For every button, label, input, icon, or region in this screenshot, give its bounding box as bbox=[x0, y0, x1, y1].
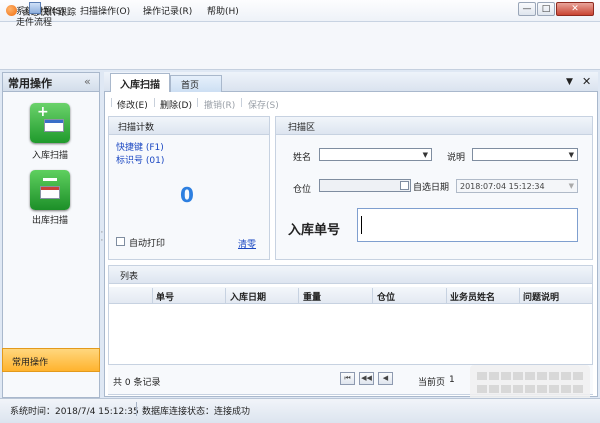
tab-menu-icon[interactable]: ▼ bbox=[566, 77, 573, 87]
scan-count-title: 扫描计数 bbox=[118, 123, 155, 133]
calendar-dropdown-icon[interactable]: ▼ bbox=[569, 182, 574, 190]
tab-close-icon[interactable]: ✕ bbox=[582, 75, 591, 88]
column-header-issue[interactable]: 问题说明 bbox=[523, 290, 559, 303]
column-divider bbox=[152, 288, 153, 303]
system-time: 系统时间：2018/7/4 15:12:35 bbox=[10, 407, 139, 417]
name-select[interactable]: ▼ bbox=[319, 148, 432, 161]
prev-fast-button[interactable]: ◀◀ bbox=[359, 372, 374, 385]
first-page-button[interactable]: ⏮ bbox=[340, 372, 355, 385]
menu-operation-records[interactable]: 操作记录(R) bbox=[143, 4, 192, 17]
delete-button[interactable]: 删除(D) bbox=[160, 98, 192, 111]
note-select[interactable]: ▼ bbox=[472, 148, 578, 161]
outbound-scan-icon[interactable] bbox=[30, 170, 70, 210]
auto-print-checkbox[interactable] bbox=[116, 237, 125, 246]
column-divider bbox=[446, 288, 447, 303]
custom-date-checkbox[interactable] bbox=[400, 181, 409, 190]
collapse-sidebar-icon[interactable]: « bbox=[84, 75, 91, 88]
column-divider bbox=[298, 288, 299, 303]
note-label: 说明 bbox=[447, 153, 466, 163]
hotkey-label: 快捷键 (F1) bbox=[116, 143, 164, 153]
close-window-button[interactable]: ✕ bbox=[556, 2, 594, 16]
list-header bbox=[109, 266, 592, 284]
menu-scan-operations[interactable]: 扫描操作(O) bbox=[80, 4, 130, 17]
workflow-button-label[interactable]: 走件流程 bbox=[16, 15, 52, 28]
sidebar-section-label[interactable]: 常用操作 bbox=[12, 355, 48, 368]
column-header-position[interactable]: 仓位 bbox=[377, 290, 395, 303]
maximize-button[interactable]: □ bbox=[537, 2, 555, 16]
edit-button[interactable]: 修改(E) bbox=[117, 98, 148, 111]
column-divider bbox=[225, 288, 226, 303]
action-separator: | bbox=[196, 98, 200, 108]
chevron-down-icon: ▼ bbox=[422, 151, 428, 159]
position-label: 仓位 bbox=[293, 185, 312, 195]
menu-help[interactable]: 帮助(H) bbox=[207, 4, 239, 17]
action-separator: | bbox=[153, 98, 157, 108]
save-button[interactable]: 保存(S) bbox=[248, 98, 279, 111]
current-page-number: 1 bbox=[449, 375, 455, 385]
column-divider bbox=[519, 288, 520, 303]
undo-button[interactable]: 撤销(R) bbox=[204, 98, 235, 111]
column-header-salesperson[interactable]: 业务员姓名 bbox=[450, 290, 495, 303]
clear-count-link[interactable]: 清零 bbox=[238, 237, 256, 250]
auto-print-label[interactable]: 自动打印 bbox=[129, 236, 165, 249]
column-header-date[interactable]: 入库日期 bbox=[230, 290, 266, 303]
inbound-scan-icon[interactable]: + bbox=[30, 103, 70, 143]
scan-counter-value: 0 bbox=[180, 183, 194, 207]
menu-bar bbox=[0, 22, 600, 42]
action-separator: | bbox=[240, 98, 244, 108]
tab-home-label[interactable]: 首页 bbox=[181, 78, 199, 91]
sidebar-item-inbound-scan[interactable]: 入库扫描 bbox=[32, 148, 68, 161]
date-value: 2018:07:04 15:12:34 bbox=[460, 182, 545, 191]
column-divider bbox=[372, 288, 373, 303]
mark-label: 标识号 (01) bbox=[116, 156, 165, 166]
text-caret bbox=[361, 216, 362, 234]
sidebar-item-outbound-scan[interactable]: 出库扫描 bbox=[32, 213, 68, 226]
name-label: 姓名 bbox=[293, 153, 312, 163]
order-number-input[interactable] bbox=[357, 208, 578, 242]
custom-date-label[interactable]: 自选日期 bbox=[413, 180, 449, 193]
sidebar-title: 常用操作 bbox=[8, 77, 52, 90]
column-header-order-no[interactable]: 单号 bbox=[156, 290, 174, 303]
order-number-label: 入库单号 bbox=[288, 223, 341, 238]
action-separator: | bbox=[110, 98, 114, 108]
list-title: 列表 bbox=[120, 272, 139, 282]
scan-area-title: 扫描区 bbox=[288, 123, 316, 133]
scan-area-header bbox=[276, 117, 592, 135]
prev-page-button[interactable]: ◀ bbox=[378, 372, 393, 385]
chevron-down-icon: ▼ bbox=[568, 151, 574, 159]
tab-inbound-scan-label[interactable]: 入库扫描 bbox=[120, 76, 160, 91]
minimize-button[interactable]: — bbox=[518, 2, 536, 16]
record-count: 共 0 条记录 bbox=[113, 378, 161, 388]
column-header-weight[interactable]: 重量 bbox=[303, 290, 321, 303]
workflow-icon[interactable] bbox=[29, 2, 41, 14]
position-select[interactable] bbox=[319, 179, 411, 192]
toolbar bbox=[0, 42, 600, 70]
status-divider bbox=[136, 402, 137, 416]
db-connection-status: 数据库连接状态：连接成功 bbox=[142, 407, 251, 417]
current-page-label: 当前页 bbox=[418, 378, 446, 388]
